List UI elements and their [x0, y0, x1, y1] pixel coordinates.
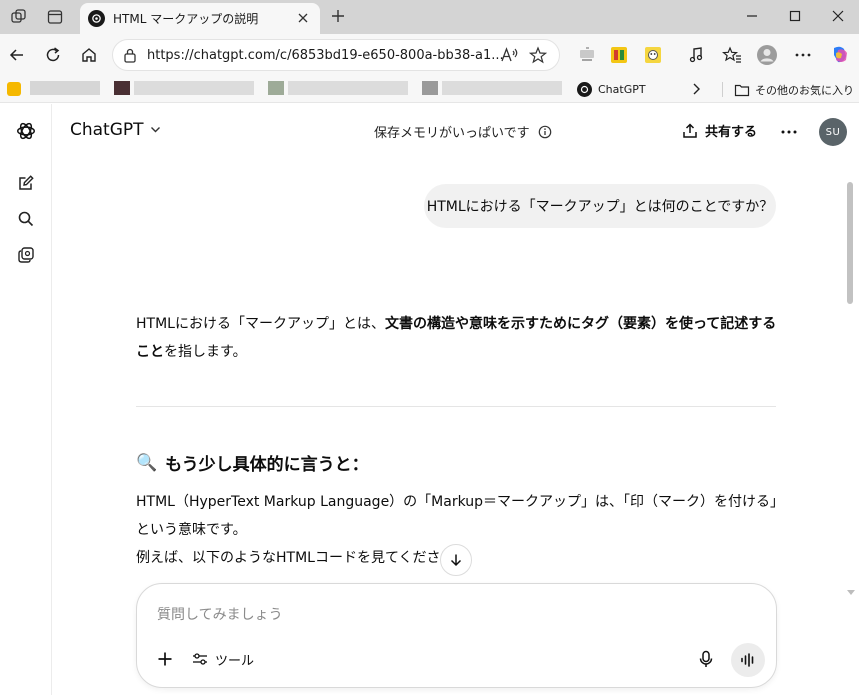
blurred-bookmark-icon[interactable]	[268, 81, 284, 95]
copilot-icon[interactable]	[828, 43, 852, 67]
blurred-bookmark-icon[interactable]	[114, 81, 130, 95]
blurred-bookmark[interactable]	[288, 81, 408, 95]
read-aloud-icon[interactable]	[500, 46, 520, 68]
conversation-options-icon[interactable]	[778, 122, 800, 142]
chat-scrollbar-thumb[interactable]	[847, 182, 853, 304]
workspaces-icon[interactable]	[9, 7, 29, 27]
tab-title: HTML マークアップの説明	[113, 12, 259, 26]
bookmarks-divider	[722, 82, 723, 97]
browser-toolbar: https://chatgpt.com/c/6853bd19-e650-800a…	[0, 34, 859, 76]
folder-icon	[734, 84, 750, 96]
bookmarks-bar: ChatGPT その他のお気に入り	[0, 76, 859, 103]
openai-logo-icon[interactable]	[15, 120, 37, 142]
blurred-bookmark-icon[interactable]	[422, 81, 438, 95]
maximize-icon[interactable]	[783, 5, 807, 27]
arrow-down-icon	[450, 554, 462, 567]
address-bar[interactable]: https://chatgpt.com/c/6853bd19-e650-800a…	[112, 39, 560, 71]
share-button[interactable]: 共有する	[682, 121, 757, 140]
minimize-icon[interactable]	[740, 5, 764, 27]
bookmarks-overflow-chevron-icon[interactable]	[690, 81, 702, 101]
tools-button[interactable]: ツール	[192, 648, 254, 670]
chevron-down-icon	[150, 127, 160, 133]
blurred-bookmark[interactable]	[442, 81, 562, 95]
message-composer: 質問してみましょう ツール	[136, 583, 777, 688]
model-selector[interactable]: ChatGPT	[70, 120, 161, 140]
answer-divider	[136, 406, 776, 407]
other-favorites-label: その他のお気に入り	[755, 83, 854, 97]
answer-intro-plain: HTMLにおける「マークアップ」とは、	[136, 316, 385, 332]
chat-main: ChatGPT 保存メモリがいっぱいです 共有する SU HTMLにおける「マー…	[52, 104, 859, 695]
new-tab-button[interactable]	[328, 6, 348, 26]
more-menu-icon[interactable]	[791, 43, 815, 67]
user-message-text: HTMLにおける「マークアップ」とは何のことですか？	[426, 199, 774, 215]
tools-sliders-icon	[193, 653, 207, 665]
blurred-bookmark[interactable]	[134, 81, 254, 95]
answer-paragraph-2: 例えば、以下のようなHTMLコードを見てください：	[136, 550, 469, 566]
assistant-answer-intro: HTMLにおける「マークアップ」とは、文書の構造や意味を示すためにタグ（要素）を…	[136, 310, 781, 366]
other-favorites-folder[interactable]: その他のお気に入り	[734, 81, 854, 98]
microphone-icon[interactable]	[695, 648, 717, 670]
share-label: 共有する	[705, 125, 758, 140]
app-sidebar	[0, 104, 52, 695]
attach-plus-icon[interactable]	[154, 648, 176, 670]
search-icon[interactable]	[15, 208, 37, 230]
tab-actions-icon[interactable]	[45, 7, 65, 27]
info-icon	[538, 125, 551, 138]
blurred-bookmark[interactable]	[30, 81, 100, 95]
model-label: ChatGPT	[70, 120, 144, 140]
chatgpt-favicon-icon	[88, 10, 105, 27]
share-icon	[683, 122, 697, 138]
user-message-bubble: HTMLにおける「マークアップ」とは何のことですか？	[424, 184, 776, 228]
url-text: https://chatgpt.com/c/6853bd19-e650-800a…	[147, 48, 504, 63]
message-input[interactable]: 質問してみましょう	[157, 604, 283, 624]
bookmark-chatgpt-label: ChatGPT	[598, 83, 646, 96]
extension-colorful-icon[interactable]	[607, 43, 631, 67]
refresh-icon[interactable]	[41, 43, 65, 67]
back-icon[interactable]	[5, 43, 29, 67]
close-window-icon[interactable]	[826, 5, 850, 27]
extension-translate-icon[interactable]	[575, 43, 599, 67]
section-heading: 🔍 もう少し具体的に言うと：	[136, 450, 369, 476]
active-tab[interactable]: HTML マークアップの説明	[80, 3, 320, 34]
scroll-to-bottom-button[interactable]	[440, 544, 472, 576]
scroll-down-arrow-icon[interactable]	[846, 588, 856, 598]
memory-status-text: 保存メモリがいっぱいです	[374, 126, 530, 141]
home-icon[interactable]	[77, 43, 101, 67]
extension-character-icon[interactable]	[641, 43, 665, 67]
user-avatar[interactable]: SU	[819, 118, 847, 146]
tab-close-icon[interactable]	[295, 10, 311, 26]
profile-avatar-icon[interactable]	[755, 43, 779, 67]
magnifier-emoji-icon: 🔍	[136, 452, 158, 473]
tools-label: ツール	[215, 653, 255, 669]
answer-paragraph-1: HTML（HyperText Markup Language）の「Markup＝…	[136, 494, 778, 538]
memory-full-notice[interactable]: 保存メモリがいっぱいです	[374, 122, 552, 141]
section-heading-text: もう少し具体的に言うと：	[165, 455, 369, 475]
chatgpt-bookmark-icon	[577, 82, 592, 97]
media-control-icon[interactable]	[684, 43, 708, 67]
new-chat-icon[interactable]	[15, 172, 37, 194]
browser-tab-strip: HTML マークアップの説明	[0, 0, 859, 34]
voice-waveform-icon	[741, 653, 754, 667]
favorites-icon[interactable]	[720, 43, 744, 67]
lock-icon[interactable]	[123, 47, 137, 67]
library-icon[interactable]	[15, 244, 37, 266]
voice-mode-button[interactable]	[731, 643, 765, 677]
bookmark-keep-icon[interactable]	[7, 82, 21, 96]
answer-intro-end: を指します。	[164, 344, 247, 360]
favorite-star-icon[interactable]	[528, 46, 548, 68]
bookmark-chatgpt[interactable]: ChatGPT	[577, 81, 646, 98]
